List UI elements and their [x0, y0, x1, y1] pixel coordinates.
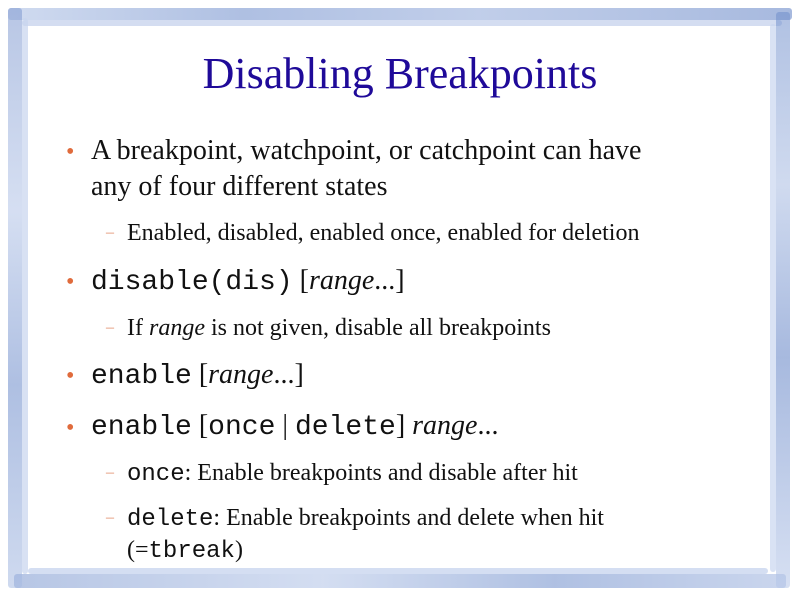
dash-icon: – — [106, 224, 114, 241]
sub-text: : Enable breakpoints and disable after h… — [184, 460, 578, 486]
bracket-close: ] — [395, 265, 405, 296]
bracket-open: [ — [198, 359, 209, 390]
bullet-4-sub-1: once: Enable breakpoints and disable aft… — [127, 457, 578, 491]
bullet-2: disable(dis) [range...] — [91, 263, 405, 301]
bullet-1-sub: Enabled, disabled, enabled once, enabled… — [127, 220, 640, 246]
bracket-close: ] — [294, 359, 304, 390]
bracket-open: [ — [299, 265, 309, 296]
paren-close: ) — [234, 537, 243, 563]
option-once: once — [127, 461, 185, 488]
dash-icon: – — [106, 464, 114, 481]
bullet-4: enable [once | delete] range... — [91, 408, 498, 446]
sub-text-pre: If — [127, 315, 143, 341]
bracket-open: [ — [198, 410, 209, 441]
dash-icon: – — [106, 319, 114, 336]
ellipsis: ... — [477, 410, 499, 441]
bullet-4-sub-2-line-2: (=tbreak) — [127, 534, 243, 568]
bullet-icon: • — [66, 139, 75, 165]
arg-range: range — [308, 265, 375, 296]
sub-text-post: is not given, disable all breakpoints — [210, 315, 551, 341]
slide-content: • A breakpoint, watchpoint, or catchpoin… — [0, 0, 800, 600]
dash-icon: – — [106, 509, 114, 526]
command-tbreak: tbreak — [148, 538, 235, 565]
bullet-1-line-1: A breakpoint, watchpoint, or catchpoint … — [91, 135, 642, 166]
arg-range: range — [208, 359, 274, 390]
command-disable: disable(dis) — [91, 267, 293, 298]
bullet-4-sub-2-line-1: delete: Enable breakpoints and delete wh… — [127, 502, 604, 536]
paren-open: (= — [127, 537, 149, 563]
bullet-1-line-2: any of four different states — [91, 171, 388, 202]
sub-text: : Enable breakpoints and delete when hit — [213, 505, 604, 531]
bullet-2-sub: If range is not given, disable all break… — [127, 312, 551, 344]
bullet-icon: • — [66, 363, 75, 389]
option-delete: delete — [127, 506, 214, 533]
option-delete: delete — [294, 412, 396, 443]
ellipsis: ... — [374, 265, 396, 296]
bullet-3: enable [range...] — [91, 357, 304, 395]
bullet-icon: • — [66, 415, 75, 441]
bullet-icon: • — [66, 269, 75, 295]
bracket-close: ] — [395, 410, 406, 441]
arg-range: range — [148, 315, 205, 341]
option-once: once — [208, 412, 276, 443]
ellipsis: ... — [273, 359, 295, 390]
arg-range: range — [412, 410, 478, 441]
command-enable: enable — [91, 412, 192, 443]
command-enable: enable — [91, 361, 192, 392]
separator: | — [282, 410, 288, 441]
